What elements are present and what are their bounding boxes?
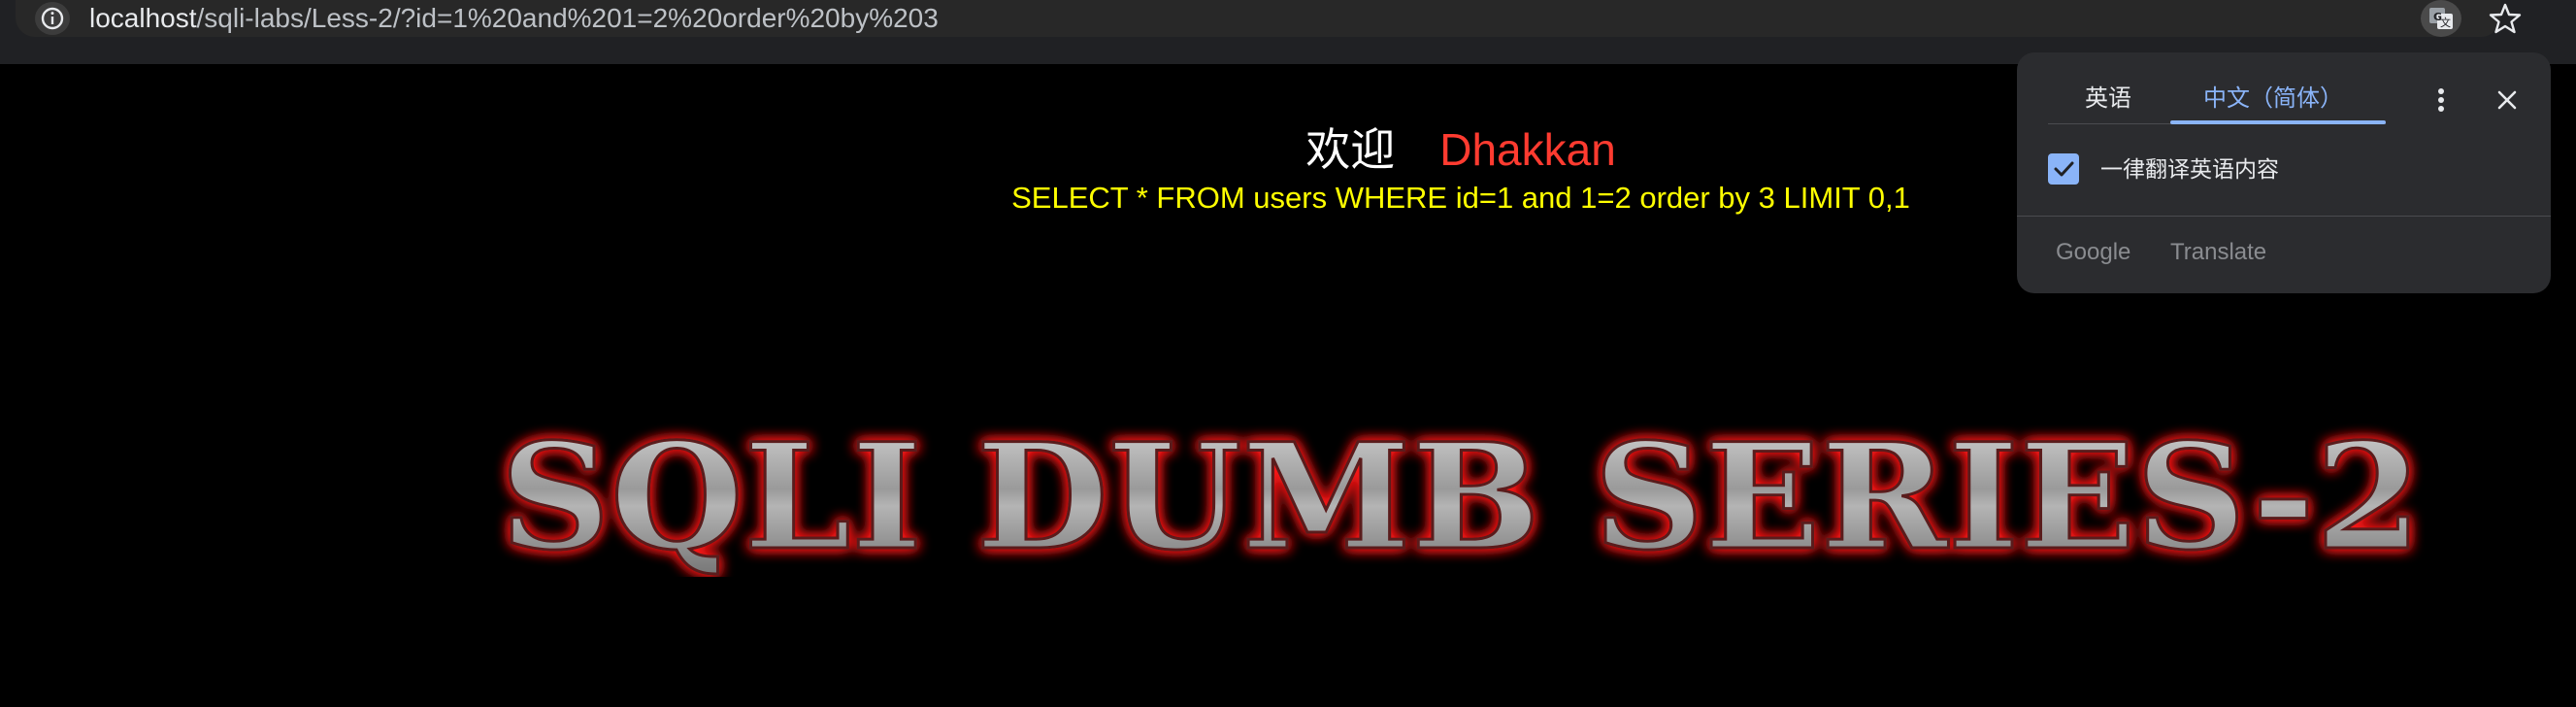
more-options-button[interactable] <box>2423 80 2460 120</box>
translate-icon: G 文 <box>2429 8 2453 29</box>
svg-text:文: 文 <box>2440 16 2451 29</box>
welcome-label: 欢迎 <box>1305 124 1396 175</box>
url-path: /sqli-labs/Less-2/?id=1%20and%201=2%20or… <box>196 3 939 33</box>
banner-text: SQLI DUMB SERIES-2 <box>500 412 2422 577</box>
close-icon <box>2497 90 2517 110</box>
url-host: localhost <box>89 3 197 33</box>
google-logo-text: Google <box>2056 239 2131 265</box>
tab-english[interactable]: 英语 <box>2048 78 2168 120</box>
address-bar[interactable]: localhost/sqli-labs/Less-2/?id=1%20and%2… <box>16 0 2500 37</box>
url-text[interactable]: localhost/sqli-labs/Less-2/?id=1%20and%2… <box>89 0 939 37</box>
selected-tab-indicator <box>2170 120 2386 124</box>
translate-popup: 英语 中文（简体） 一律翻译英语内容 Google Translate <box>2017 52 2551 293</box>
tab-chinese-simplified[interactable]: 中文（简体） <box>2170 78 2376 120</box>
star-icon <box>2489 3 2522 34</box>
info-icon <box>41 7 64 30</box>
bookmark-button[interactable] <box>2487 0 2524 37</box>
popup-divider <box>2017 216 2551 217</box>
sqli-dumb-series-banner: SQLI DUMB SERIES-2 <box>499 412 2424 577</box>
translate-button[interactable]: G 文 <box>2421 0 2461 37</box>
site-info-button[interactable] <box>35 2 70 35</box>
checkmark-icon <box>2054 161 2074 177</box>
translate-brand-text: Translate <box>2170 239 2267 265</box>
always-translate-label[interactable]: 一律翻译英语内容 <box>2100 152 2279 186</box>
welcome-name: Dhakkan <box>1439 124 1616 175</box>
close-button[interactable] <box>2487 80 2527 120</box>
always-translate-checkbox[interactable] <box>2048 153 2079 185</box>
more-vert-icon <box>2438 88 2444 112</box>
